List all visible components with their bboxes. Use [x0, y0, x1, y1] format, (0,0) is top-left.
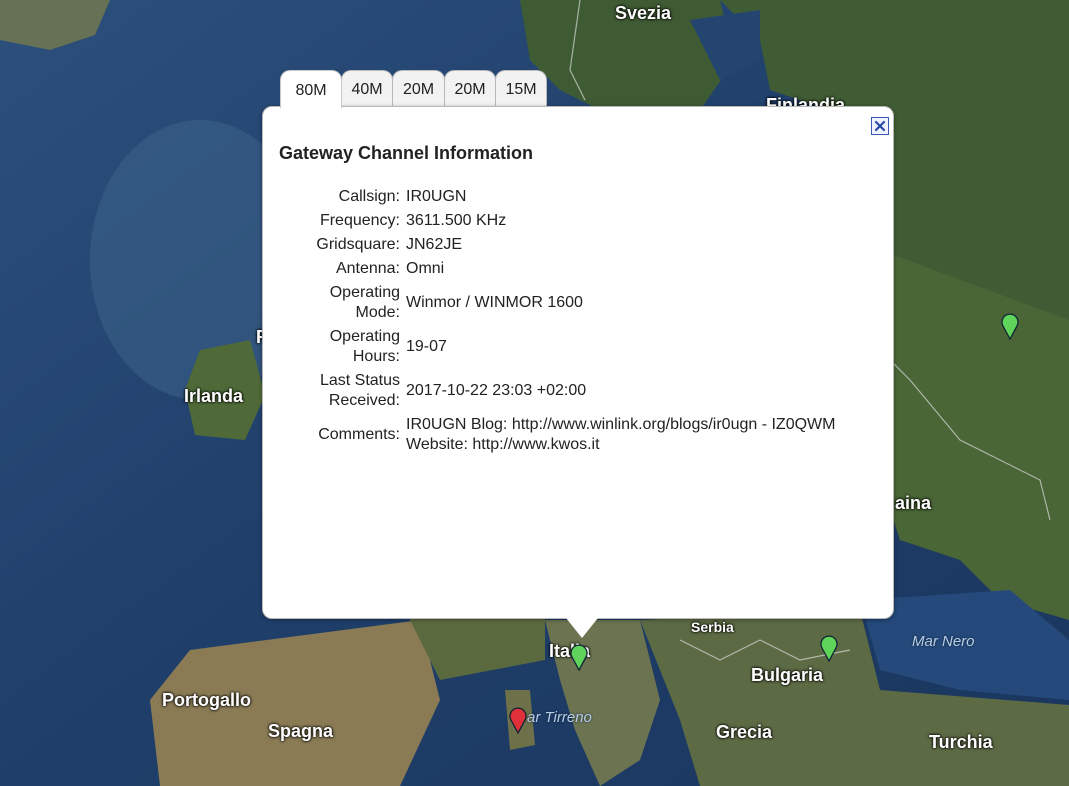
- operating-mode-label-line2: Mode:: [355, 304, 400, 321]
- last-status-label: Last Status Received:: [293, 369, 402, 413]
- last-status-label-line1: Last Status: [319, 372, 400, 389]
- gateway-marker-green[interactable]: [999, 310, 1021, 340]
- row-last-status: Last Status Received: 2017-10-22 23:03 +…: [293, 369, 837, 413]
- tab-80m[interactable]: 80M: [280, 70, 342, 108]
- place-label-spagna: Spagna: [268, 721, 334, 741]
- comments-value: IR0UGN Blog: http://www.winlink.org/blog…: [402, 413, 837, 457]
- band-tabs: 80M 40M 20M 20M 15M: [280, 70, 547, 108]
- place-label-ucraina: aina: [895, 493, 932, 513]
- row-frequency: Frequency: 3611.500 KHz: [293, 209, 837, 233]
- sea-label-mar-tirreno: ar Tirreno: [527, 709, 592, 726]
- gridsquare-value: JN62JE: [406, 236, 463, 253]
- antenna-value: Omni: [406, 260, 445, 277]
- tab-20m[interactable]: 20M: [444, 70, 496, 106]
- comments-line1: IR0UGN Blog: http://www.winlink.org/blog…: [406, 416, 836, 433]
- operating-hours-label: Operating Hours:: [293, 325, 402, 369]
- place-label-portogallo: Portogallo: [162, 690, 251, 710]
- gateway-info-window: Gateway Channel Information Callsign: IR…: [262, 106, 894, 619]
- info-heading: Gateway Channel Information: [279, 143, 534, 163]
- row-operating-hours: Operating Hours: 19-07: [293, 325, 837, 369]
- operating-mode-label: Operating Mode:: [293, 281, 402, 325]
- sea-label-mar-nero: Mar Nero: [912, 633, 975, 650]
- operating-mode-label-line1: Operating: [329, 284, 400, 301]
- operating-hours-label-line2: Hours:: [352, 348, 400, 365]
- row-antenna: Antenna: Omni: [293, 257, 837, 281]
- close-icon: [874, 120, 886, 132]
- tab-15m[interactable]: 15M: [495, 70, 547, 106]
- place-label-turchia: Turchia: [929, 732, 993, 752]
- tab-20m[interactable]: 20M: [392, 70, 445, 106]
- place-label-grecia: Grecia: [716, 722, 773, 742]
- gridsquare-label: Gridsquare:: [316, 236, 400, 253]
- place-label-irlanda: Irlanda: [184, 386, 244, 406]
- row-comments: Comments: IR0UGN Blog: http://www.winlin…: [293, 413, 837, 457]
- place-label-bulgaria: Bulgaria: [751, 665, 824, 685]
- callsign-label: Callsign:: [338, 188, 400, 205]
- row-gridsquare: Gridsquare: JN62JE: [293, 233, 837, 257]
- place-label-serbia: Serbia: [691, 619, 734, 635]
- info-window-pointer: [566, 618, 598, 638]
- last-status-label-line2: Received:: [328, 392, 400, 409]
- gateway-marker-red[interactable]: [507, 704, 529, 734]
- comments-line2: Website: http://www.kwos.it: [406, 436, 600, 453]
- tab-40m[interactable]: 40M: [341, 70, 393, 106]
- gateway-marker-green[interactable]: [818, 632, 840, 662]
- row-callsign: Callsign: IR0UGN: [293, 185, 837, 209]
- operating-mode-value: Winmor / WINMOR 1600: [406, 294, 583, 311]
- gateway-details-table: Callsign: IR0UGN Frequency: 3611.500 KHz…: [293, 185, 837, 457]
- frequency-value: 3611.500 KHz: [406, 212, 507, 229]
- antenna-label: Antenna:: [335, 260, 400, 277]
- place-label-svezia: Svezia: [615, 3, 672, 23]
- operating-hours-value: 19-07: [406, 338, 447, 355]
- callsign-value: IR0UGN: [406, 188, 467, 205]
- operating-hours-label-line1: Operating: [329, 328, 400, 345]
- gateway-marker-green-selected[interactable]: [568, 641, 590, 671]
- comments-label: Comments:: [318, 426, 400, 443]
- frequency-label: Frequency:: [319, 212, 400, 229]
- close-button[interactable]: [871, 117, 889, 135]
- last-status-value: 2017-10-22 23:03 +02:00: [406, 382, 587, 399]
- row-operating-mode: Operating Mode: Winmor / WINMOR 1600: [293, 281, 837, 325]
